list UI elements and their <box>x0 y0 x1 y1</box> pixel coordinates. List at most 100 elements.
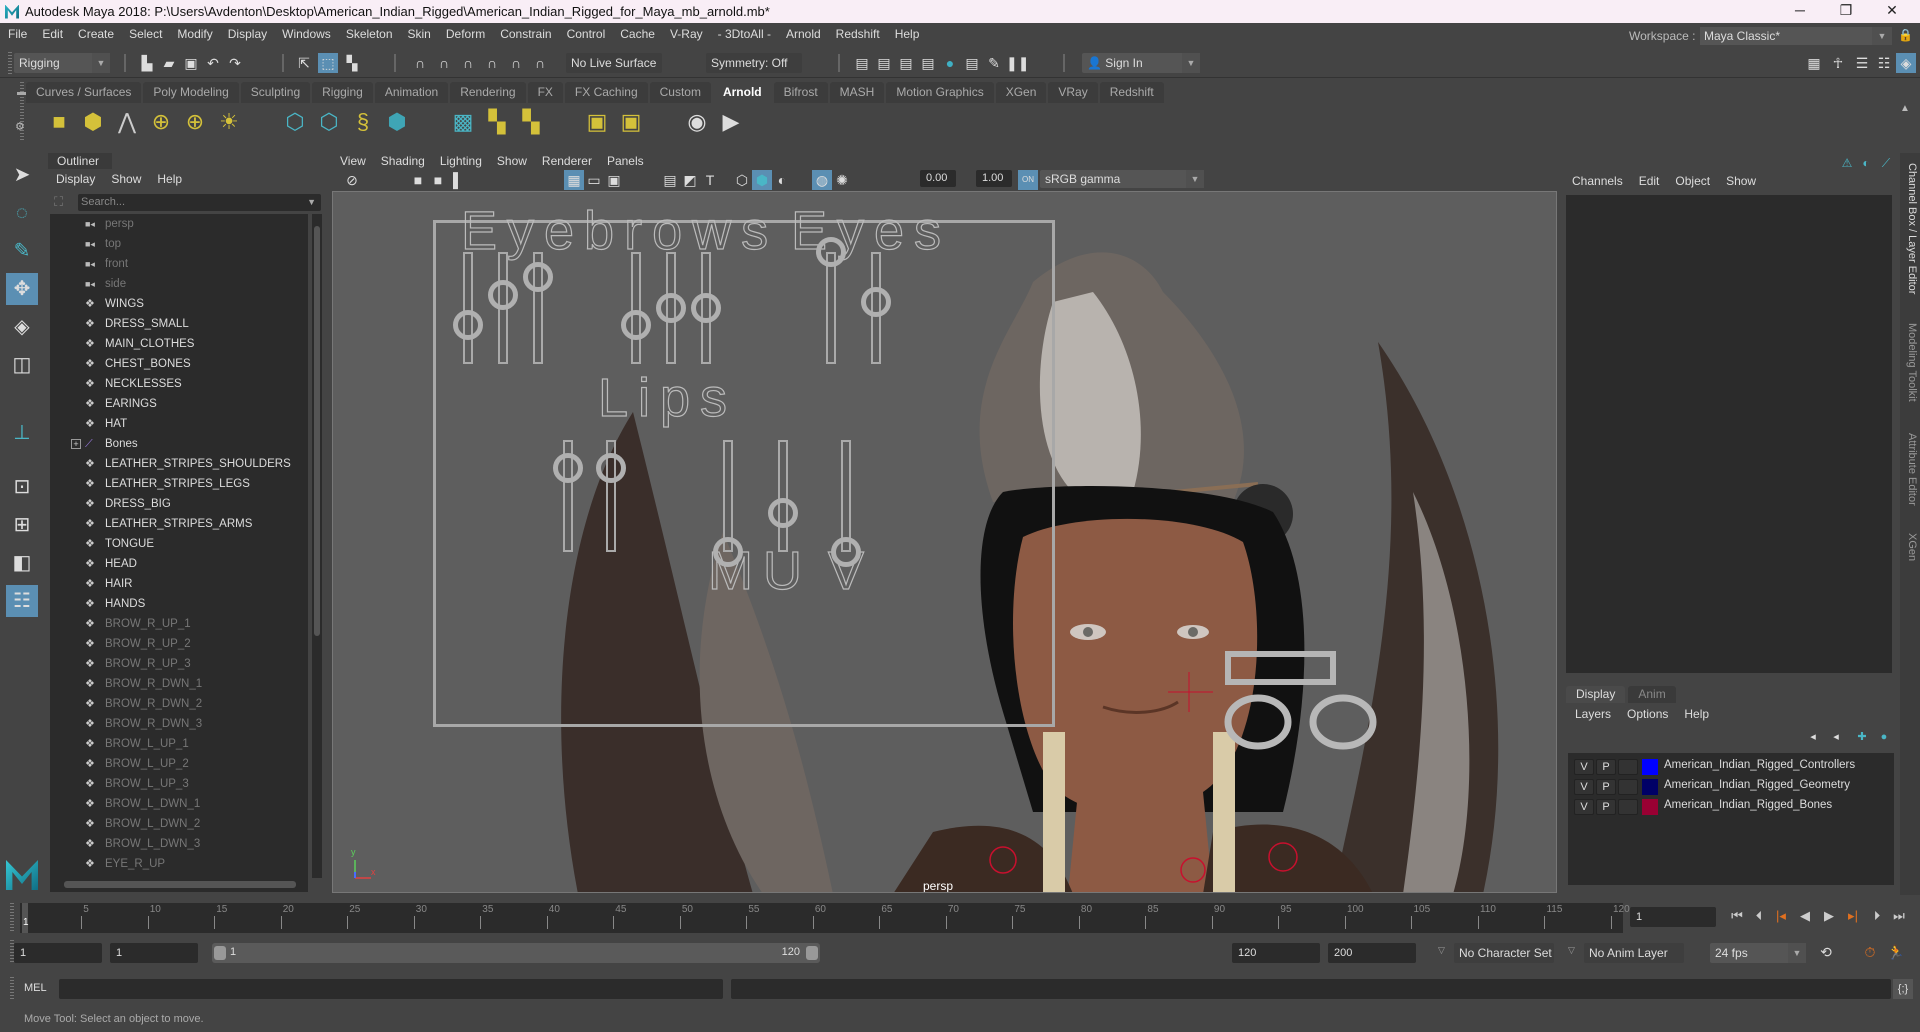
slider-knob[interactable] <box>553 453 583 483</box>
3d-viewport[interactable]: y x persp Eyebrows Eyes Lips M U V <box>332 191 1557 893</box>
textured-icon[interactable]: ◍ <box>812 170 832 190</box>
menu-skeleton[interactable]: Skeleton <box>346 27 393 41</box>
go-to-start-icon[interactable]: ⏮ <box>1728 907 1746 925</box>
single-perspective-layout-icon[interactable]: ⊡ <box>6 471 38 503</box>
close-button[interactable]: ✕ <box>1869 0 1915 23</box>
shelf-tab-fx-caching[interactable]: FX Caching <box>564 82 648 103</box>
slider-knob[interactable] <box>768 497 798 528</box>
standin-icon[interactable]: ⬡ <box>280 107 310 137</box>
outliner-item[interactable]: ❖ LEATHER_STRIPES_ARMS <box>50 514 308 534</box>
layer-row[interactable]: V P American_Indian_Rigged_Geometry <box>1572 777 1892 797</box>
slider-knob[interactable] <box>713 537 743 567</box>
time-slider[interactable]: 5 10 15 20 25 30 35 40 45 50 55 60 65 70 75 80 85 90 95 100… <box>20 903 1630 933</box>
outliner-item[interactable]: ❖ BROW_L_DWN_3 <box>50 834 308 854</box>
smooth-shade-icon[interactable]: ⬢ <box>752 170 772 190</box>
outliner-item[interactable]: ❖ LEATHER_STRIPES_SHOULDERS <box>50 454 308 474</box>
snap-point-icon[interactable]: ∩ <box>458 53 478 73</box>
layer-row[interactable]: V P American_Indian_Rigged_Controllers <box>1572 757 1892 777</box>
outliner-item[interactable]: ❖ MAIN_CLOTHES <box>50 334 308 354</box>
scrollbar-thumb[interactable] <box>314 226 320 636</box>
live-surface-field[interactable]: No Live Surface <box>566 53 662 73</box>
layer-playback-toggle[interactable]: P <box>1596 779 1616 795</box>
edit-menu[interactable]: Edit <box>1639 174 1660 188</box>
make-live-icon[interactable]: ∩ <box>506 53 526 73</box>
save-scene-icon[interactable]: ▣ <box>181 53 201 73</box>
viewport-menu-panels[interactable]: Panels <box>607 154 644 168</box>
shelf-tab-sculpting[interactable]: Sculpting <box>240 82 311 103</box>
shelf-tab-rigging[interactable]: Rigging <box>312 82 373 103</box>
outliner-item[interactable]: ❖ BROW_R_DWN_2 <box>50 694 308 714</box>
flush-cache-icon[interactable]: ▚ <box>516 107 546 137</box>
side-tab-xgen[interactable]: XGen <box>1902 533 1918 561</box>
render-view-icon[interactable]: ▤ <box>852 53 872 73</box>
move-tool-icon[interactable]: ✥ <box>6 273 38 305</box>
layer-type-toggle[interactable] <box>1618 759 1638 775</box>
playback-start-field[interactable]: 1 <box>110 943 198 963</box>
physical-sky-icon[interactable]: ☀ <box>214 107 244 137</box>
exposure-field[interactable]: 0.00 <box>920 170 956 187</box>
outliner-item[interactable]: ■◂ persp <box>50 214 308 234</box>
layer-playback-toggle[interactable]: P <box>1596 799 1616 815</box>
filter-icon[interactable]: ⛶ <box>54 194 63 210</box>
outliner-item[interactable]: ❖ BROW_R_UP_1 <box>50 614 308 634</box>
gamma-field[interactable]: 1.00 <box>976 170 1012 187</box>
slider-knob[interactable] <box>596 453 626 483</box>
menu-windows[interactable]: Windows <box>282 27 331 41</box>
playback-end-field[interactable]: 120 <box>1232 943 1320 963</box>
persp-outliner-layout-icon[interactable]: ◧ <box>6 547 38 579</box>
shelf-scroll-up-icon[interactable]: ▲ <box>1900 103 1910 114</box>
render-view-arnold-icon[interactable]: ▩ <box>448 107 478 137</box>
anim-layer-chevron-icon[interactable]: ▽ <box>1568 945 1575 956</box>
options-menu[interactable]: Options <box>1627 707 1668 721</box>
channel-box-toggle-icon[interactable]: ⚠ <box>1837 153 1857 173</box>
menu-control[interactable]: Control <box>567 27 606 41</box>
viewport-menu-shading[interactable]: Shading <box>381 154 425 168</box>
viewport-menu-renderer[interactable]: Renderer <box>542 154 592 168</box>
outliner-item[interactable]: ❖ BROW_L_UP_2 <box>50 754 308 774</box>
mesh-light-icon[interactable]: ⬢ <box>78 107 108 137</box>
outliner-item[interactable]: ❖ NECKLESSES <box>50 374 308 394</box>
outliner-item[interactable]: ■◂ front <box>50 254 308 274</box>
lock-icon[interactable]: 🔒 <box>1898 28 1913 44</box>
slider-knob[interactable] <box>656 293 686 323</box>
command-input[interactable] <box>59 979 723 999</box>
play-render-icon[interactable]: ▶ <box>716 107 746 137</box>
outliner-item[interactable]: ❖ BROW_R_UP_2 <box>50 634 308 654</box>
snap-curve-icon[interactable]: ∩ <box>434 53 454 73</box>
expand-icon[interactable]: + <box>71 439 81 449</box>
outliner-item[interactable]: ❖ BROW_L_UP_1 <box>50 734 308 754</box>
color-management-toggle[interactable]: ON <box>1018 170 1038 190</box>
sign-in-dropdown[interactable]: 👤 Sign In ▼ <box>1082 53 1200 73</box>
play-backwards-icon[interactable]: ◀ <box>1796 907 1814 925</box>
snap-grid-icon[interactable]: ∩ <box>410 53 430 73</box>
snap-view-plane-icon[interactable]: ∩ <box>482 53 502 73</box>
step-forward-key-icon[interactable]: ⏵ <box>1868 907 1886 925</box>
render-setup-icon[interactable]: ▤ <box>962 53 982 73</box>
shelf-tab-vray[interactable]: VRay <box>1048 82 1098 103</box>
export-standin-icon[interactable]: ⬡ <box>314 107 344 137</box>
channel-box-icon[interactable]: ◈ <box>1896 53 1916 73</box>
new-layer-selected-icon[interactable]: ● <box>1874 727 1894 747</box>
rotate-tool-icon[interactable]: ◈ <box>6 311 38 343</box>
render-frame-icon[interactable]: ▤ <box>874 53 894 73</box>
symmetry-field[interactable]: Symmetry: Off <box>706 53 802 73</box>
outliner-item[interactable]: ❖ HEAD <box>50 554 308 574</box>
outliner-item[interactable]: ❖ EARINGS <box>50 394 308 414</box>
show-manipulator-icon[interactable]: ⊥ <box>6 417 38 449</box>
menu-cache[interactable]: Cache <box>620 27 655 41</box>
drag-handle[interactable] <box>8 52 12 74</box>
attribute-toggle-icon[interactable]: ◐ <box>1856 153 1876 173</box>
shader-ball-icon[interactable]: ▣ <box>582 107 612 137</box>
shelf-tab-redshift[interactable]: Redshift <box>1099 82 1164 103</box>
shelf-tab-curves-surfaces[interactable]: Curves / Surfaces <box>26 82 142 103</box>
go-to-end-icon[interactable]: ⏭ <box>1890 907 1908 925</box>
lasso-tool-icon[interactable]: ◌ <box>6 197 38 229</box>
drag-handle[interactable] <box>10 903 14 933</box>
snap-vertex-icon[interactable]: ∩ <box>530 53 550 73</box>
menu-deform[interactable]: Deform <box>446 27 485 41</box>
menu-file[interactable]: File <box>8 27 27 41</box>
outliner-item[interactable]: ❖ HAIR <box>50 574 308 594</box>
modeling-toolkit-icon[interactable]: ▦ <box>1804 53 1824 73</box>
safe-title-icon[interactable]: T <box>700 170 720 190</box>
current-frame-marker[interactable]: 1 <box>22 903 29 933</box>
